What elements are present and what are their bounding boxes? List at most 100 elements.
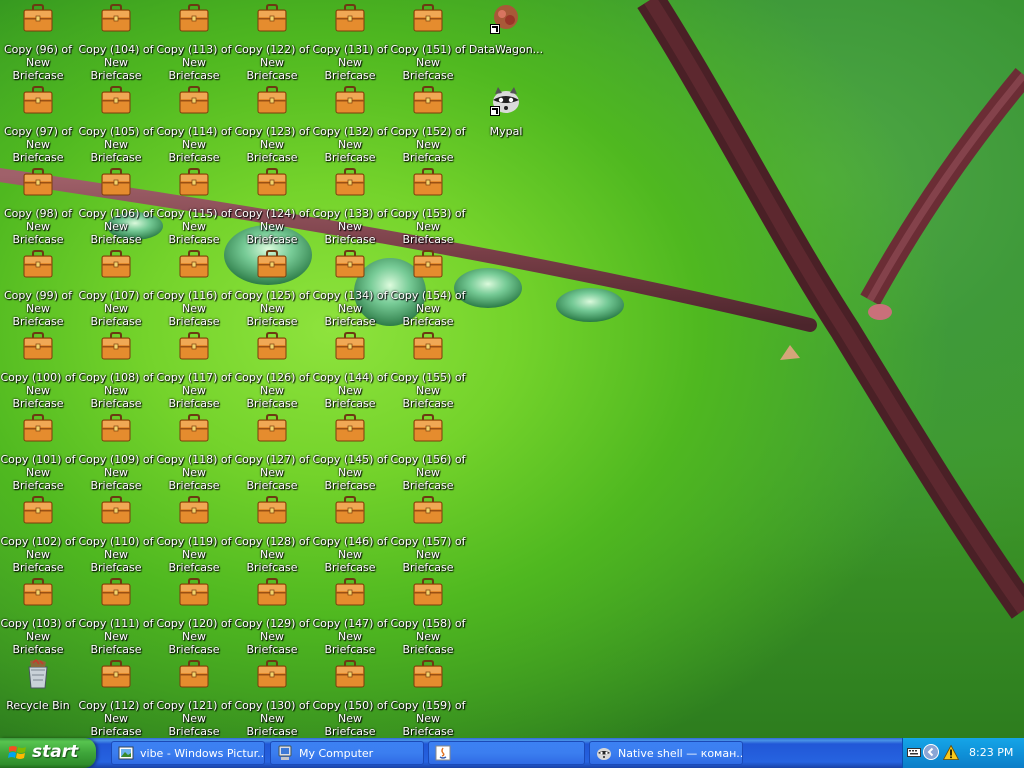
desktop-icon-briefcase[interactable]: Copy (159) of New Briefcase: [390, 658, 466, 738]
desktop-icon-briefcase[interactable]: Copy (110) of New Briefcase: [78, 494, 154, 574]
clock[interactable]: 8:23 PM: [969, 746, 1013, 759]
desktop-icon-briefcase[interactable]: Copy (111) of New Briefcase: [78, 576, 154, 656]
desktop-icon-briefcase[interactable]: Copy (118) of New Briefcase: [156, 412, 232, 492]
desktop-icon-briefcase[interactable]: Copy (128) of New Briefcase: [234, 494, 310, 574]
desktop-icon-briefcase[interactable]: Copy (147) of New Briefcase: [312, 576, 388, 656]
briefcase-icon: [256, 494, 288, 526]
desktop-icon-briefcase[interactable]: Copy (120) of New Briefcase: [156, 576, 232, 656]
desktop-icon-briefcase[interactable]: Copy (117) of New Briefcase: [156, 330, 232, 410]
desktop-icon-briefcase[interactable]: Copy (132) of New Briefcase: [312, 84, 388, 164]
briefcase-icon: [256, 330, 288, 362]
desktop-icon-briefcase[interactable]: Copy (123) of New Briefcase: [234, 84, 310, 164]
desktop-icon-briefcase[interactable]: Copy (119) of New Briefcase: [156, 494, 232, 574]
desktop-icon-label: DataWagon...: [468, 43, 544, 56]
briefcase-icon: [178, 84, 210, 116]
desktop-icon-briefcase[interactable]: Copy (112) of New Briefcase: [78, 658, 154, 738]
desktop-icon-briefcase[interactable]: Copy (107) of New Briefcase: [78, 248, 154, 328]
desktop-icon-label: Copy (125) of New Briefcase: [234, 289, 310, 328]
start-button[interactable]: start: [0, 738, 96, 768]
desktop-icon-briefcase[interactable]: Copy (105) of New Briefcase: [78, 84, 154, 164]
desktop-icon-briefcase[interactable]: Copy (133) of New Briefcase: [312, 166, 388, 246]
show-hidden-icon[interactable]: [923, 744, 939, 760]
desktop-icon-label: Recycle Bin: [6, 699, 70, 712]
briefcase-icon: [22, 2, 54, 34]
desktop[interactable]: Copy (96) of New Briefcase Copy (97) of N…: [0, 0, 1024, 738]
task-my-computer[interactable]: My Computer: [270, 741, 424, 765]
desktop-icon-briefcase[interactable]: Copy (156) of New Briefcase: [390, 412, 466, 492]
briefcase-icon: [178, 494, 210, 526]
desktop-icon-briefcase[interactable]: Copy (154) of New Briefcase: [390, 248, 466, 328]
desktop-icon-briefcase[interactable]: Copy (145) of New Briefcase: [312, 412, 388, 492]
desktop-icon-briefcase[interactable]: Copy (99) of New Briefcase: [0, 248, 76, 328]
desktop-icon-label: Copy (127) of New Briefcase: [234, 453, 310, 492]
desktop-icon-briefcase[interactable]: Copy (101) of New Briefcase: [0, 412, 76, 492]
desktop-icon-briefcase[interactable]: Copy (114) of New Briefcase: [156, 84, 232, 164]
desktop-icon-briefcase[interactable]: Copy (97) of New Briefcase: [0, 84, 76, 164]
desktop-icon-briefcase[interactable]: Copy (158) of New Briefcase: [390, 576, 466, 656]
desktop-icon-briefcase[interactable]: Copy (131) of New Briefcase: [312, 2, 388, 82]
desktop-icon-briefcase[interactable]: Copy (129) of New Briefcase: [234, 576, 310, 656]
desktop-icon-briefcase[interactable]: Copy (125) of New Briefcase: [234, 248, 310, 328]
desktop-icon-briefcase[interactable]: Copy (109) of New Briefcase: [78, 412, 154, 492]
warning-icon[interactable]: [943, 745, 959, 760]
desktop-icon-briefcase[interactable]: Copy (98) of New Briefcase: [0, 166, 76, 246]
briefcase-icon: [412, 166, 444, 198]
desktop-icon-briefcase[interactable]: Copy (151) of New Briefcase: [390, 2, 466, 82]
desktop-icon-label: Copy (128) of New Briefcase: [234, 535, 310, 574]
start-label: start: [32, 742, 79, 762]
desktop-icon-mypal[interactable]: Mypal: [468, 84, 544, 138]
desktop-icon-label: Copy (110) of New Briefcase: [78, 535, 154, 574]
desktop-icon-label: Copy (130) of New Briefcase: [234, 699, 310, 738]
briefcase-icon: [178, 412, 210, 444]
task-windows-picture-viewer[interactable]: vibe - Windows Pictur...: [111, 741, 265, 765]
desktop-icon-label: Copy (115) of New Briefcase: [156, 207, 232, 246]
desktop-icon-label: Copy (111) of New Briefcase: [78, 617, 154, 656]
desktop-icon-label: Copy (116) of New Briefcase: [156, 289, 232, 328]
desktop-icon-label: Copy (151) of New Briefcase: [390, 43, 466, 82]
briefcase-icon: [22, 494, 54, 526]
desktop-icon-briefcase[interactable]: Copy (100) of New Briefcase: [0, 330, 76, 410]
desktop-icon-briefcase[interactable]: Copy (104) of New Briefcase: [78, 2, 154, 82]
desktop-icon-briefcase[interactable]: Copy (150) of New Briefcase: [312, 658, 388, 738]
desktop-icon-label: Copy (104) of New Briefcase: [78, 43, 154, 82]
desktop-icon-briefcase[interactable]: Copy (115) of New Briefcase: [156, 166, 232, 246]
desktop-icon-briefcase[interactable]: Copy (144) of New Briefcase: [312, 330, 388, 410]
desktop-icon-briefcase[interactable]: Copy (122) of New Briefcase: [234, 2, 310, 82]
briefcase-icon: [334, 166, 366, 198]
desktop-icon-briefcase[interactable]: Copy (106) of New Briefcase: [78, 166, 154, 246]
desktop-icon-briefcase[interactable]: Copy (152) of New Briefcase: [390, 84, 466, 164]
desktop-icon-briefcase[interactable]: Copy (102) of New Briefcase: [0, 494, 76, 574]
desktop-icon-briefcase[interactable]: Copy (155) of New Briefcase: [390, 330, 466, 410]
desktop-icon-briefcase[interactable]: Copy (116) of New Briefcase: [156, 248, 232, 328]
task-java[interactable]: [428, 741, 585, 765]
desktop-icon-briefcase[interactable]: Copy (121) of New Briefcase: [156, 658, 232, 738]
desktop-icon-briefcase[interactable]: Copy (103) of New Briefcase: [0, 576, 76, 656]
desktop-icon-briefcase[interactable]: Copy (157) of New Briefcase: [390, 494, 466, 574]
desktop-icon-label: Copy (101) of New Briefcase: [0, 453, 76, 492]
briefcase-icon: [22, 576, 54, 608]
desktop-icon-label: Copy (153) of New Briefcase: [390, 207, 466, 246]
desktop-icon-datawagon[interactable]: DataWagon...: [468, 2, 544, 56]
desktop-icon-briefcase[interactable]: Copy (134) of New Briefcase: [312, 248, 388, 328]
desktop-icon-briefcase[interactable]: Copy (153) of New Briefcase: [390, 166, 466, 246]
briefcase-icon: [334, 84, 366, 116]
desktop-icon-briefcase[interactable]: Copy (113) of New Briefcase: [156, 2, 232, 82]
briefcase-icon: [178, 2, 210, 34]
task-label: My Computer: [299, 747, 374, 760]
briefcase-icon: [22, 330, 54, 362]
task-label: Native shell — коман...: [618, 747, 743, 760]
desktop-icon-recycle-bin[interactable]: Recycle Bin: [0, 658, 76, 712]
task-native-shell[interactable]: Native shell — коман...: [589, 741, 743, 765]
recycle-bin-icon: [22, 658, 54, 690]
desktop-icon-briefcase[interactable]: Copy (108) of New Briefcase: [78, 330, 154, 410]
desktop-icon-briefcase[interactable]: Copy (127) of New Briefcase: [234, 412, 310, 492]
desktop-icon-briefcase[interactable]: Copy (146) of New Briefcase: [312, 494, 388, 574]
desktop-icon-briefcase[interactable]: Copy (126) of New Briefcase: [234, 330, 310, 410]
keyboard-icon[interactable]: [907, 746, 921, 758]
briefcase-icon: [256, 658, 288, 690]
desktop-icon-briefcase[interactable]: Copy (96) of New Briefcase: [0, 2, 76, 82]
desktop-icon-briefcase[interactable]: Copy (124) of New Briefcase: [234, 166, 310, 246]
desktop-icon-label: Copy (156) of New Briefcase: [390, 453, 466, 492]
briefcase-icon: [100, 576, 132, 608]
desktop-icon-briefcase[interactable]: Copy (130) of New Briefcase: [234, 658, 310, 738]
